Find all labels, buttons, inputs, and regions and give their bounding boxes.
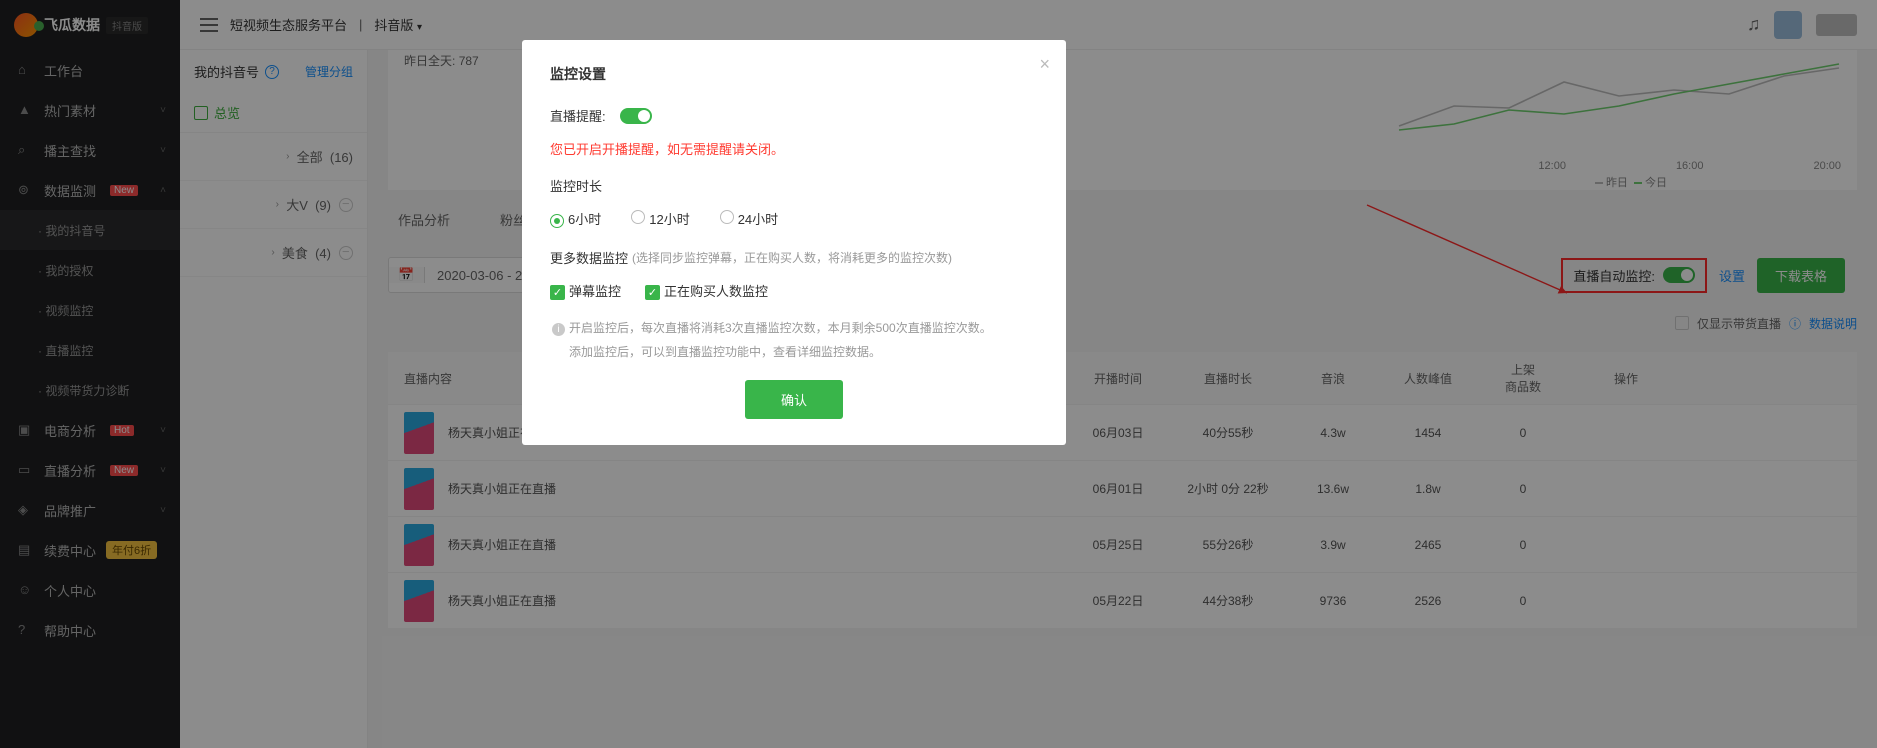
duration-24h[interactable]: 24小时 bbox=[720, 209, 778, 228]
confirm-button[interactable]: 确认 bbox=[745, 380, 843, 419]
modal-title: 监控设置 bbox=[550, 64, 1038, 84]
modal-info: i开启监控后，每次直播将消耗3次直播监控次数，本月剩余500次直播监控次数。 添… bbox=[550, 316, 1038, 364]
remind-warning: 您已开启开播提醒，如无需提醒请关闭。 bbox=[550, 139, 1038, 158]
buying-checkbox[interactable]: ✓正在购买人数监控 bbox=[645, 281, 768, 300]
duration-12h[interactable]: 12小时 bbox=[631, 209, 689, 228]
live-remind-toggle[interactable] bbox=[620, 108, 652, 124]
danmu-checkbox[interactable]: ✓弹幕监控 bbox=[550, 281, 621, 300]
duration-6h[interactable]: 6小时 bbox=[550, 209, 601, 228]
close-icon[interactable]: × bbox=[1039, 54, 1050, 75]
monitor-settings-modal: × 监控设置 直播提醒: 您已开启开播提醒，如无需提醒请关闭。 监控时长 6小时… bbox=[522, 40, 1066, 445]
